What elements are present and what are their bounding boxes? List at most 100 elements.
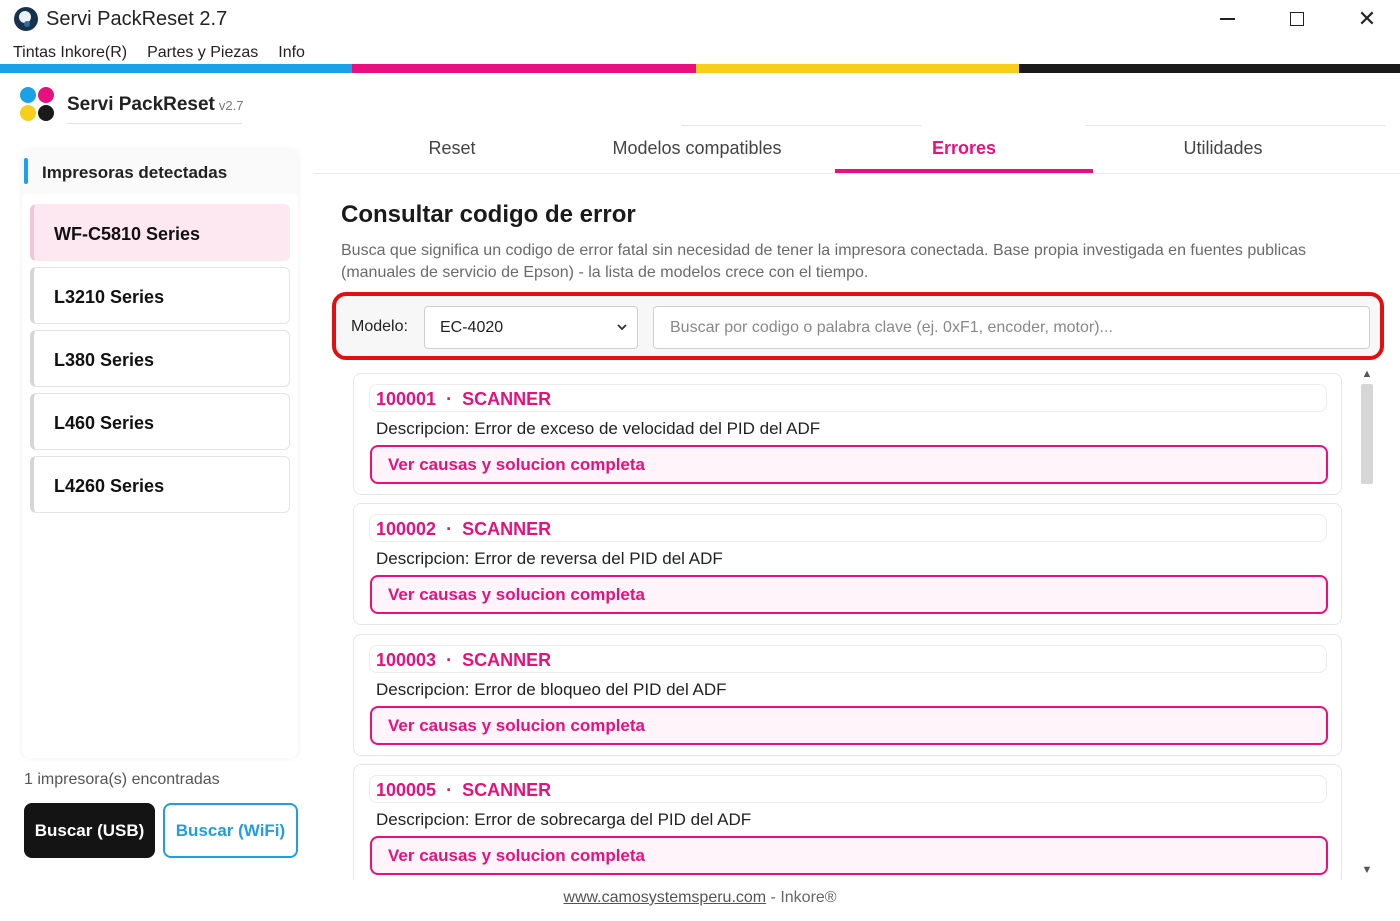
error-description: Descripcion: Error de reversa del PID de…	[376, 549, 723, 568]
printers-found-count: 1 impresora(s) encontradas	[24, 771, 220, 788]
error-category: SCANNER	[462, 650, 552, 670]
error-card-header: 100005 · SCANNER	[369, 775, 1327, 803]
footer: www.camosystemsperu.com - Inkore®	[0, 889, 1400, 907]
tab-errores[interactable]: Errores	[835, 138, 1093, 159]
printer-label: L380 Series	[54, 350, 155, 370]
separator: ·	[446, 519, 453, 539]
error-category: SCANNER	[462, 519, 552, 539]
search-wifi-button[interactable]: Buscar (WiFi)	[163, 803, 298, 858]
chevron-down-icon	[617, 324, 627, 331]
maximize-button[interactable]	[1262, 0, 1332, 38]
title-bar: Servi PackReset 2.7 ✕	[0, 0, 1400, 38]
error-code: 100002 · SCANNER	[376, 519, 551, 540]
tab-top-divider	[1085, 125, 1385, 126]
menu-tintas-inkore[interactable]: Tintas Inkore(R)	[0, 42, 137, 64]
model-select-value: EC-4020	[440, 319, 504, 336]
error-code: 100001 · SCANNER	[376, 389, 551, 410]
tab-top-divider	[681, 125, 921, 126]
error-code-number: 100005	[376, 780, 437, 800]
error-card: 100005 · SCANNER Descripcion: Error de sob…	[353, 764, 1342, 880]
separator: ·	[446, 780, 453, 800]
view-solution-button[interactable]: Ver causas y solucion completa	[370, 706, 1328, 745]
stripe-magenta	[352, 64, 696, 73]
error-code-number: 100001	[376, 389, 437, 409]
scroll-thumb[interactable]	[1361, 384, 1373, 484]
error-code: 100005 · SCANNER	[376, 780, 551, 801]
tab-bar: Reset Modelos compatibles Errores Utilid…	[313, 128, 1400, 174]
active-tab-indicator	[835, 169, 1093, 173]
error-code: 100003 · SCANNER	[376, 650, 551, 671]
tab-modelos-compatibles[interactable]: Modelos compatibles	[582, 138, 812, 159]
menu-info[interactable]: Info	[268, 42, 315, 64]
separator: ·	[446, 650, 453, 670]
printer-label: L460 Series	[54, 413, 155, 433]
tab-utilidades[interactable]: Utilidades	[1123, 138, 1323, 159]
error-code-number: 100003	[376, 650, 437, 670]
view-solution-button[interactable]: Ver causas y solucion completa	[370, 445, 1328, 484]
view-solution-label: Ver causas y solucion completa	[388, 455, 646, 474]
panel-header-accent	[24, 158, 28, 184]
view-solution-button[interactable]: Ver causas y solucion completa	[370, 836, 1328, 875]
page-description: Busca que significa un codigo de error f…	[341, 242, 1307, 281]
footer-suffix: - Inkore®	[766, 889, 837, 906]
error-description: Descripcion: Error de bloqueo del PID de…	[376, 680, 727, 699]
error-description: Descripcion: Error de exceso de velocida…	[376, 419, 821, 438]
brand-name-text: Servi PackReset	[67, 94, 215, 115]
view-solution-label: Ver causas y solucion completa	[388, 585, 646, 604]
page-title: Consultar codigo de error	[341, 201, 636, 228]
printer-label: WF-C5810 Series	[54, 224, 201, 244]
printers-panel-title: Impresoras detectadas	[42, 163, 228, 182]
menu-bar: Tintas Inkore(R) Partes y Piezas Info	[0, 42, 315, 64]
printers-panel: Impresoras detectadas WF-C5810 Series L3…	[22, 150, 298, 758]
error-card-header: 100001 · SCANNER	[369, 384, 1327, 412]
error-card-header: 100002 · SCANNER	[369, 514, 1327, 542]
printer-item-l380[interactable]: L380 Series	[30, 330, 290, 387]
close-button[interactable]: ✕	[1332, 0, 1400, 38]
error-list-scrollbar[interactable]: ▲ ▼	[1358, 366, 1376, 880]
view-solution-label: Ver causas y solucion completa	[388, 716, 646, 735]
error-card-header: 100003 · SCANNER	[369, 645, 1327, 673]
model-label: Modelo:	[351, 318, 408, 335]
error-search-input[interactable]: Buscar por codigo o palabra clave (ej. 0…	[653, 306, 1370, 349]
menu-partes-y-piezas[interactable]: Partes y Piezas	[137, 42, 268, 64]
tabs-divider	[313, 173, 1400, 174]
search-placeholder: Buscar por codigo o palabra clave (ej. 0…	[670, 319, 1113, 336]
printer-item-wf-c5810[interactable]: WF-C5810 Series	[30, 204, 290, 261]
website-link[interactable]: www.camosystemsperu.com	[563, 889, 766, 906]
stripe-cyan	[0, 64, 352, 73]
error-description: Descripcion: Error de sobrecarga del PID…	[376, 810, 752, 829]
maximize-icon	[1290, 12, 1304, 26]
brand-color-stripe	[0, 64, 1400, 73]
brand-version: v2.7	[218, 98, 244, 113]
printer-label: L3210 Series	[54, 287, 165, 307]
brand-logo-icon	[20, 87, 56, 123]
model-select[interactable]: EC-4020	[424, 306, 638, 349]
window-title: Servi PackReset 2.7	[46, 8, 228, 30]
printer-item-l3210[interactable]: L3210 Series	[30, 267, 290, 324]
stripe-yellow	[696, 64, 1019, 73]
scroll-down-icon[interactable]: ▼	[1361, 864, 1373, 876]
printer-item-l460[interactable]: L460 Series	[30, 393, 290, 450]
view-solution-label: Ver causas y solucion completa	[388, 846, 646, 865]
error-filter-bar: Modelo: EC-4020 Buscar por codigo o pala…	[332, 292, 1384, 360]
error-card: 100002 · SCANNER Descripcion: Error de rev…	[353, 503, 1342, 625]
minimize-button[interactable]	[1192, 0, 1262, 38]
error-category: SCANNER	[462, 780, 552, 800]
search-usb-button[interactable]: Buscar (USB)	[24, 803, 155, 858]
brand-name: Servi PackReset v2.7	[67, 94, 243, 116]
tab-reset[interactable]: Reset	[352, 138, 552, 159]
error-category: SCANNER	[462, 389, 552, 409]
printers-panel-header: Impresoras detectadas	[22, 150, 298, 194]
stripe-black	[1019, 64, 1400, 73]
brand-header: Servi PackReset v2.7	[20, 86, 250, 124]
error-card: 100003 · SCANNER Descripcion: Error de blo…	[353, 634, 1342, 756]
separator: ·	[446, 389, 453, 409]
scroll-up-icon[interactable]: ▲	[1361, 368, 1373, 380]
app-logo-icon	[14, 7, 38, 31]
view-solution-button[interactable]: Ver causas y solucion completa	[370, 575, 1328, 614]
error-card: 100001 · SCANNER Descripcion: Error de exc…	[353, 373, 1342, 495]
error-code-number: 100002	[376, 519, 437, 539]
error-list[interactable]: 100001 · SCANNER Descripcion: Error de exc…	[345, 366, 1355, 880]
printer-item-l4260[interactable]: L4260 Series	[30, 456, 290, 513]
printer-label: L4260 Series	[54, 476, 165, 496]
